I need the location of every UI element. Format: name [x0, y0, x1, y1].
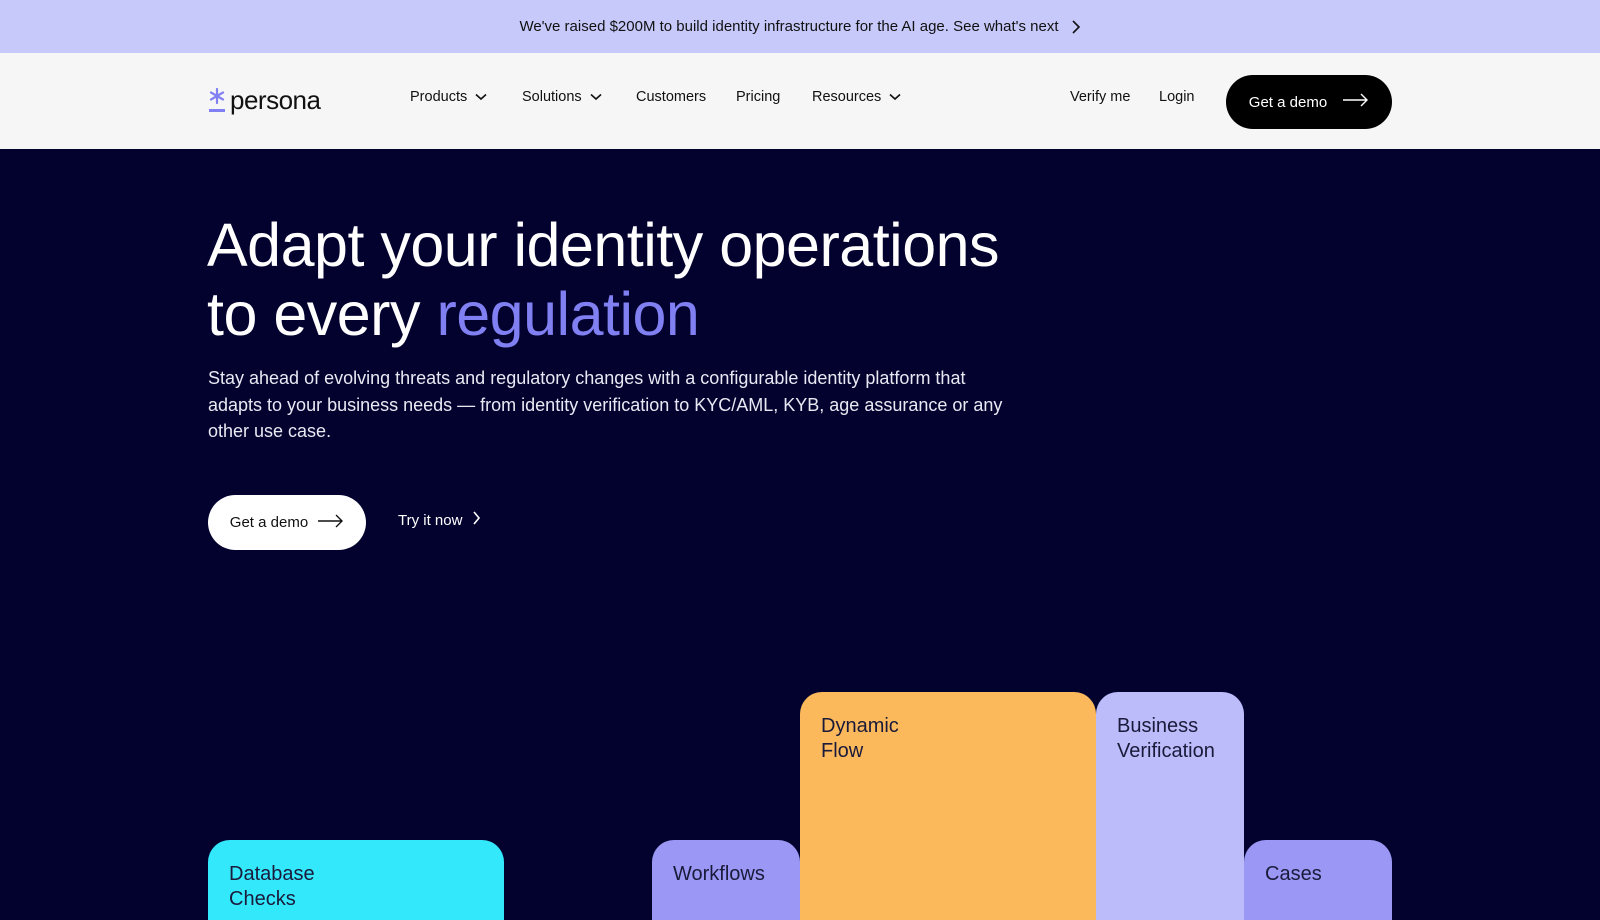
chevron-right-icon — [472, 511, 481, 529]
hero-get-demo-label: Get a demo — [229, 514, 309, 531]
nav-get-demo-label: Get a demo — [1248, 93, 1328, 111]
card-business-verification[interactable]: Business Verification — [1096, 692, 1244, 920]
nav-resources-label: Resources — [812, 89, 882, 105]
chevron-down-icon — [475, 89, 487, 105]
hero-title: Adapt your identity operations to every … — [207, 211, 1107, 349]
login-label: Login — [1159, 89, 1195, 105]
arrow-right-icon — [1343, 93, 1369, 111]
card-database-checks[interactable]: Database Checks — [208, 840, 504, 920]
nav-customers-label: Customers — [636, 89, 707, 105]
try-it-now-link[interactable]: Try it now — [398, 511, 481, 529]
hero-section: Adapt your identity operations to every … — [0, 149, 1600, 920]
card-cases[interactable]: Cases — [1244, 840, 1392, 920]
card-dynamic-flow-label: Dynamic Flow — [821, 715, 899, 762]
logo-text: persona — [230, 85, 321, 115]
login-link[interactable]: Login — [1159, 89, 1194, 105]
card-business-verification-label: Business Verification — [1117, 715, 1215, 762]
hero-title-line1: Adapt your identity operations — [207, 211, 1000, 279]
persona-logo[interactable]: persona — [208, 85, 321, 116]
nav-pricing-label: Pricing — [736, 89, 781, 105]
card-cases-label: Cases — [1265, 863, 1322, 885]
nav-customers[interactable]: Customers — [636, 89, 706, 105]
verify-me-link[interactable]: Verify me — [1070, 89, 1130, 105]
verify-me-label: Verify me — [1070, 89, 1131, 105]
chevron-right-icon — [1071, 19, 1081, 34]
card-database-checks-label: Database Checks — [229, 863, 315, 910]
try-it-now-label: Try it now — [398, 511, 463, 529]
hero-get-demo-button[interactable]: Get a demo — [208, 495, 366, 550]
arrow-right-icon — [318, 514, 344, 532]
chevron-down-icon — [889, 89, 901, 105]
nav-solutions-label: Solutions — [522, 89, 582, 105]
asterisk-icon — [208, 87, 226, 115]
nav-solutions[interactable]: Solutions — [522, 89, 602, 105]
card-workflows-label: Workflows — [673, 863, 765, 885]
hero-title-accent: regulation — [436, 280, 700, 348]
announcement-bar[interactable]: We've raised $200M to build identity inf… — [0, 0, 1600, 53]
hero-subtitle: Stay ahead of evolving threats and regul… — [208, 368, 1003, 441]
nav-products[interactable]: Products — [410, 89, 487, 105]
nav-resources[interactable]: Resources — [812, 89, 901, 105]
chevron-down-icon — [590, 89, 602, 105]
announcement-text: We've raised $200M to build identity inf… — [519, 18, 1059, 35]
hero-title-line2: to every — [207, 280, 437, 348]
top-navigation: persona Products Solutions Customers Pri… — [0, 53, 1600, 149]
nav-pricing[interactable]: Pricing — [736, 89, 780, 105]
nav-products-label: Products — [410, 89, 468, 105]
card-dynamic-flow[interactable]: Dynamic Flow — [800, 692, 1096, 920]
card-workflows[interactable]: Workflows — [652, 840, 800, 920]
nav-get-demo-button[interactable]: Get a demo — [1226, 75, 1392, 129]
